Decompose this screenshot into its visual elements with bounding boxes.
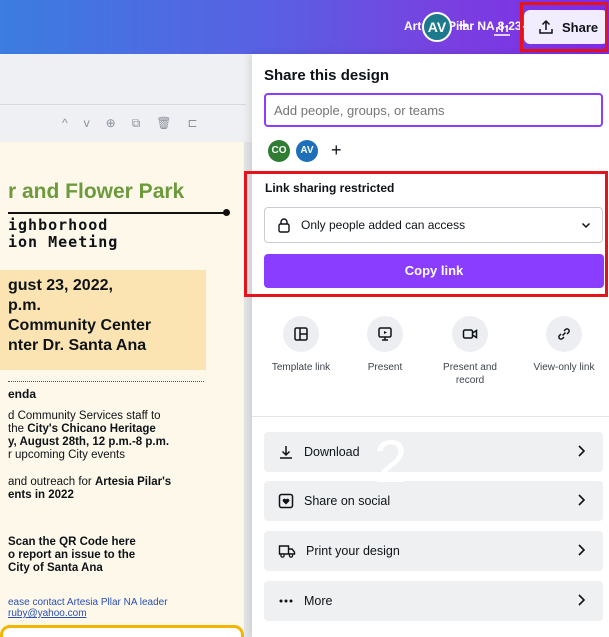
- more-row[interactable]: More: [264, 581, 603, 621]
- chevron-right-icon: [578, 494, 586, 506]
- record-icon: [462, 329, 478, 339]
- doc-date-box: gust 23, 2022, p.m. Community Center nte…: [0, 270, 206, 370]
- add-people-input[interactable]: [264, 93, 603, 127]
- share-panel-title: Share this design: [264, 67, 390, 84]
- heart-icon: [278, 493, 294, 509]
- chevron-right-icon: [578, 445, 586, 457]
- panel-separator: [252, 416, 609, 417]
- doc-footer-bar: [0, 625, 244, 637]
- doc-qr-text: Scan the QR Code here o report an issue …: [8, 536, 136, 574]
- present-and-record-option[interactable]: Present and record: [428, 316, 512, 387]
- page-toolbar-divider: [0, 104, 246, 105]
- doc-agenda-heading: enda: [8, 387, 37, 401]
- add-collaborator-button[interactable]: +: [458, 11, 470, 41]
- page-down-button[interactable]: v: [84, 116, 90, 131]
- avatar[interactable]: AV: [422, 12, 452, 42]
- duplicate-page-button[interactable]: ⧉: [132, 116, 141, 131]
- doc-subheading: ighborhood ion Meeting: [8, 216, 119, 251]
- view-only-link-option[interactable]: View-only link: [522, 316, 606, 374]
- step-number-overlay: 2: [374, 428, 408, 495]
- doc-contact: ease contact Artesia Pllar NA leader rub…: [8, 597, 168, 619]
- share-on-social-row[interactable]: Share on social: [264, 481, 603, 521]
- page-toolbar: ^ v ⊕ ⧉ 🗑 ⊏: [62, 116, 198, 131]
- highlight-share: [520, 2, 608, 52]
- collaborator-avatar[interactable]: CO: [268, 140, 290, 162]
- delete-page-button[interactable]: 🗑: [156, 116, 171, 131]
- doc-dotted-divider: [8, 381, 204, 382]
- link-icon: [558, 328, 570, 340]
- lock-page-button[interactable]: ⊕: [106, 116, 116, 131]
- template-icon: [294, 327, 308, 341]
- present-icon: [378, 327, 392, 341]
- doc-paragraph-1: d Community Services staff to the City's…: [8, 410, 170, 461]
- design-page[interactable]: r and Flower Park ighborhood ion Meeting…: [0, 142, 244, 637]
- add-page-button[interactable]: ⊏: [188, 116, 198, 131]
- chevron-right-icon: [578, 544, 586, 556]
- present-option[interactable]: Present: [343, 316, 427, 374]
- chevron-right-icon: [578, 594, 586, 606]
- print-design-row[interactable]: Print your design: [264, 531, 603, 571]
- template-link-option[interactable]: Template link: [259, 316, 343, 374]
- download-row[interactable]: Download: [264, 432, 603, 472]
- download-icon: [280, 446, 292, 459]
- highlight-link-section: [244, 171, 608, 297]
- more-icon: [279, 599, 293, 603]
- insights-icon[interactable]: [492, 18, 512, 36]
- collaborator-avatar[interactable]: AV: [296, 140, 318, 162]
- add-collaborator-button[interactable]: +: [331, 139, 342, 161]
- page-up-button[interactable]: ^: [62, 116, 68, 131]
- truck-icon: [278, 545, 296, 558]
- doc-rule: [8, 209, 230, 216]
- doc-paragraph-2: and outreach for Artesia Pilar's ents in…: [8, 476, 172, 501]
- doc-heading: r and Flower Park: [8, 180, 185, 203]
- top-bar: Artesia Pilar NA 8-23-2022 AV + Share: [0, 0, 609, 54]
